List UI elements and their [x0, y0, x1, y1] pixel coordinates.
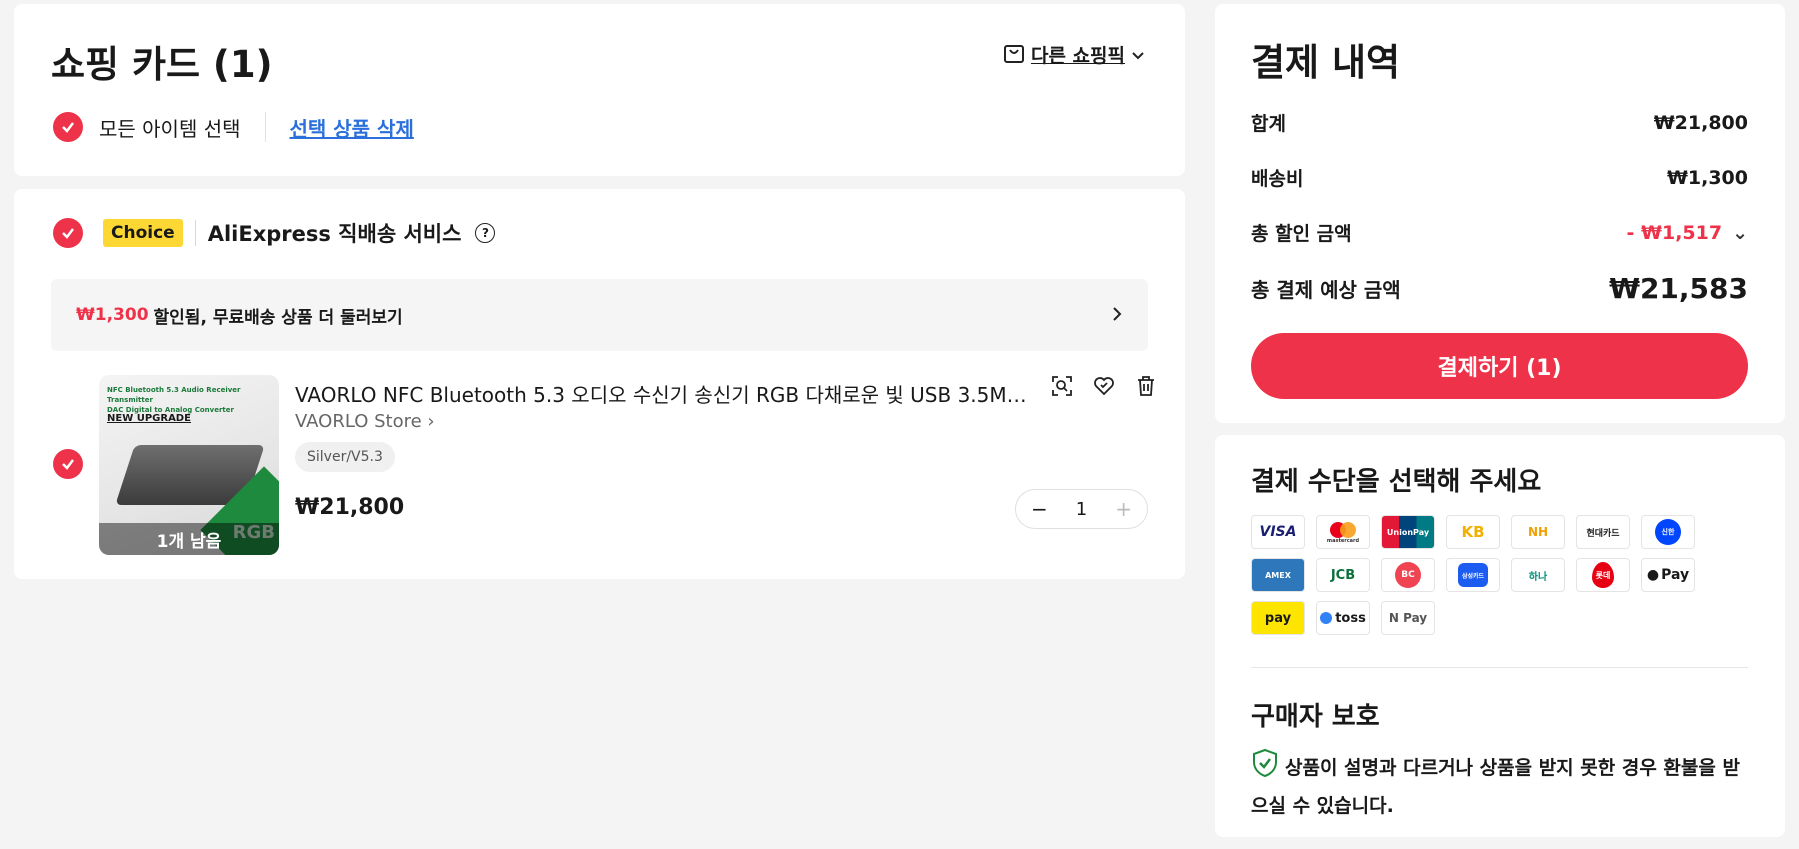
quantity-stepper: − 1 + [1015, 489, 1148, 529]
payment-methods-grid: VISA mastercard UnionPay KB NH 현대카드 신한 A… [1251, 515, 1701, 635]
item-actions [1051, 375, 1157, 397]
total-label: 총 결제 예상 금액 [1251, 278, 1401, 302]
image-search-icon[interactable] [1051, 375, 1073, 397]
service-label: AliExpress 직배송 서비스 [207, 222, 462, 246]
thumb-caption: NFC Bluetooth 5.3 Audio Receiver Transmi… [107, 386, 241, 414]
samsung-card-icon[interactable]: 삼성카드 [1446, 558, 1500, 592]
nh-card-icon[interactable]: NH [1511, 515, 1565, 549]
page-title: 쇼핑 카드 (1) [51, 43, 273, 86]
service-checkbox[interactable] [53, 218, 83, 248]
divider [264, 112, 266, 142]
visa-icon[interactable]: VISA [1251, 515, 1305, 549]
toss-pay-icon[interactable]: toss [1316, 601, 1370, 635]
order-summary-panel: 결제 내역 합계 ₩21,800 배송비 ₩1,300 총 할인 금액 - ₩1… [1215, 4, 1785, 423]
service-row: Choice AliExpress 직배송 서비스 ? [53, 218, 496, 248]
shipping-label: 배송비 [1251, 168, 1304, 190]
discount-row[interactable]: 총 할인 금액 - ₩1,517 ⌄ [1251, 219, 1748, 246]
free-shipping-promo[interactable]: ₩1,300 할인됨, 무료배송 상품 더 둘러보기 [51, 279, 1148, 351]
amex-icon[interactable]: AMEX [1251, 558, 1305, 592]
trash-icon[interactable] [1135, 375, 1157, 397]
select-all-row: 모든 아이템 선택 선택 상품 삭제 [53, 112, 414, 142]
plus-icon[interactable]: + [1115, 497, 1132, 521]
checkout-button[interactable]: 결제하기 (1) [1251, 333, 1748, 399]
item-checkbox[interactable] [53, 449, 83, 479]
shipping-value: ₩1,300 [1666, 166, 1748, 189]
summary-title: 결제 내역 [1251, 41, 1401, 84]
minus-icon[interactable]: − [1031, 497, 1048, 521]
bc-card-icon[interactable]: BC [1381, 558, 1435, 592]
chevron-right-icon [1111, 303, 1123, 328]
select-all-label: 모든 아이템 선택 [99, 116, 241, 141]
shop-pick-label: 다른 쇼핑픽 [1030, 45, 1125, 67]
hana-card-icon[interactable]: 하나 [1511, 558, 1565, 592]
shipping-row: 배송비 ₩1,300 [1251, 164, 1748, 191]
promo-text: 할인됨, 무료배송 상품 더 둘러보기 [153, 307, 403, 328]
cart-header-panel: 쇼핑 카드 (1) 다른 쇼핑픽 모든 아이템 선택 선택 상품 삭제 [14, 4, 1185, 176]
variant-chip[interactable]: Silver/V5.3 [295, 442, 395, 472]
quantity-value[interactable]: 1 [1076, 499, 1087, 520]
discount-label: 총 할인 금액 [1251, 223, 1352, 245]
buyer-protection-text: 상품이 설명과 다르거나 상품을 받지 못한 경우 환불을 받으실 수 있습니다… [1251, 748, 1751, 823]
lotte-card-icon[interactable]: 롯데 [1576, 558, 1630, 592]
jcb-icon[interactable]: JCB [1316, 558, 1370, 592]
mastercard-icon[interactable]: mastercard [1316, 515, 1370, 549]
shinhan-card-icon[interactable]: 신한 [1641, 515, 1695, 549]
help-icon[interactable]: ? [475, 223, 496, 243]
store-link[interactable]: VAORLO Store › [295, 411, 435, 432]
chevron-down-icon: ⌄ [1732, 221, 1748, 244]
delete-selected-link[interactable]: 선택 상품 삭제 [290, 113, 414, 142]
buyer-protection-body: 상품이 설명과 다르거나 상품을 받지 못한 경우 환불을 받으실 수 있습니다… [1251, 757, 1740, 817]
select-all-checkbox[interactable] [53, 112, 83, 142]
payment-title: 결제 수단을 선택해 주세요 [1251, 467, 1542, 497]
kb-card-icon[interactable]: KB [1446, 515, 1500, 549]
promo-amount: ₩1,300 [76, 305, 149, 325]
cart-items-panel: Choice AliExpress 직배송 서비스 ? ₩1,300 할인됨, … [14, 189, 1185, 579]
wishlist-heart-icon[interactable] [1093, 375, 1115, 397]
payment-panel: 결제 수단을 선택해 주세요 VISA mastercard UnionPay … [1215, 435, 1785, 837]
divider [1251, 667, 1748, 668]
unionpay-icon[interactable]: UnionPay [1381, 515, 1435, 549]
thumb-upgrade-text: NEW UPGRADE [107, 413, 191, 424]
discount-value: - ₩1,517 [1626, 221, 1723, 244]
choice-badge: Choice [103, 219, 183, 247]
shield-check-icon [1251, 748, 1279, 789]
stock-note: 1개 남음 [99, 523, 279, 555]
product-thumbnail[interactable]: NFC Bluetooth 5.3 Audio Receiver Transmi… [99, 375, 279, 555]
total-value: ₩21,583 [1609, 272, 1748, 305]
item-price: ₩21,800 [295, 495, 405, 520]
subtotal-value: ₩21,800 [1653, 111, 1748, 134]
apple-pay-icon[interactable]: ● Pay [1641, 558, 1695, 592]
chevron-down-icon [1131, 44, 1145, 66]
shop-pick-dropdown[interactable]: 다른 쇼핑픽 [1003, 40, 1145, 69]
total-row: 총 결제 예상 금액 ₩21,583 [1251, 272, 1748, 305]
subtotal-row: 합계 ₩21,800 [1251, 109, 1748, 136]
kakao-pay-icon[interactable]: pay [1251, 601, 1305, 635]
hyundai-card-icon[interactable]: 현대카드 [1576, 515, 1630, 549]
svg-text:mastercard: mastercard [1327, 538, 1360, 544]
shopping-bag-icon [1003, 40, 1025, 69]
buyer-protection-title: 구매자 보호 [1251, 702, 1380, 732]
naver-pay-icon[interactable]: N Pay [1381, 601, 1435, 635]
product-title[interactable]: VAORLO NFC Bluetooth 5.3 오디오 수신기 송신기 RGB… [295, 379, 1030, 408]
subtotal-label: 합계 [1251, 113, 1286, 135]
divider [194, 220, 196, 246]
